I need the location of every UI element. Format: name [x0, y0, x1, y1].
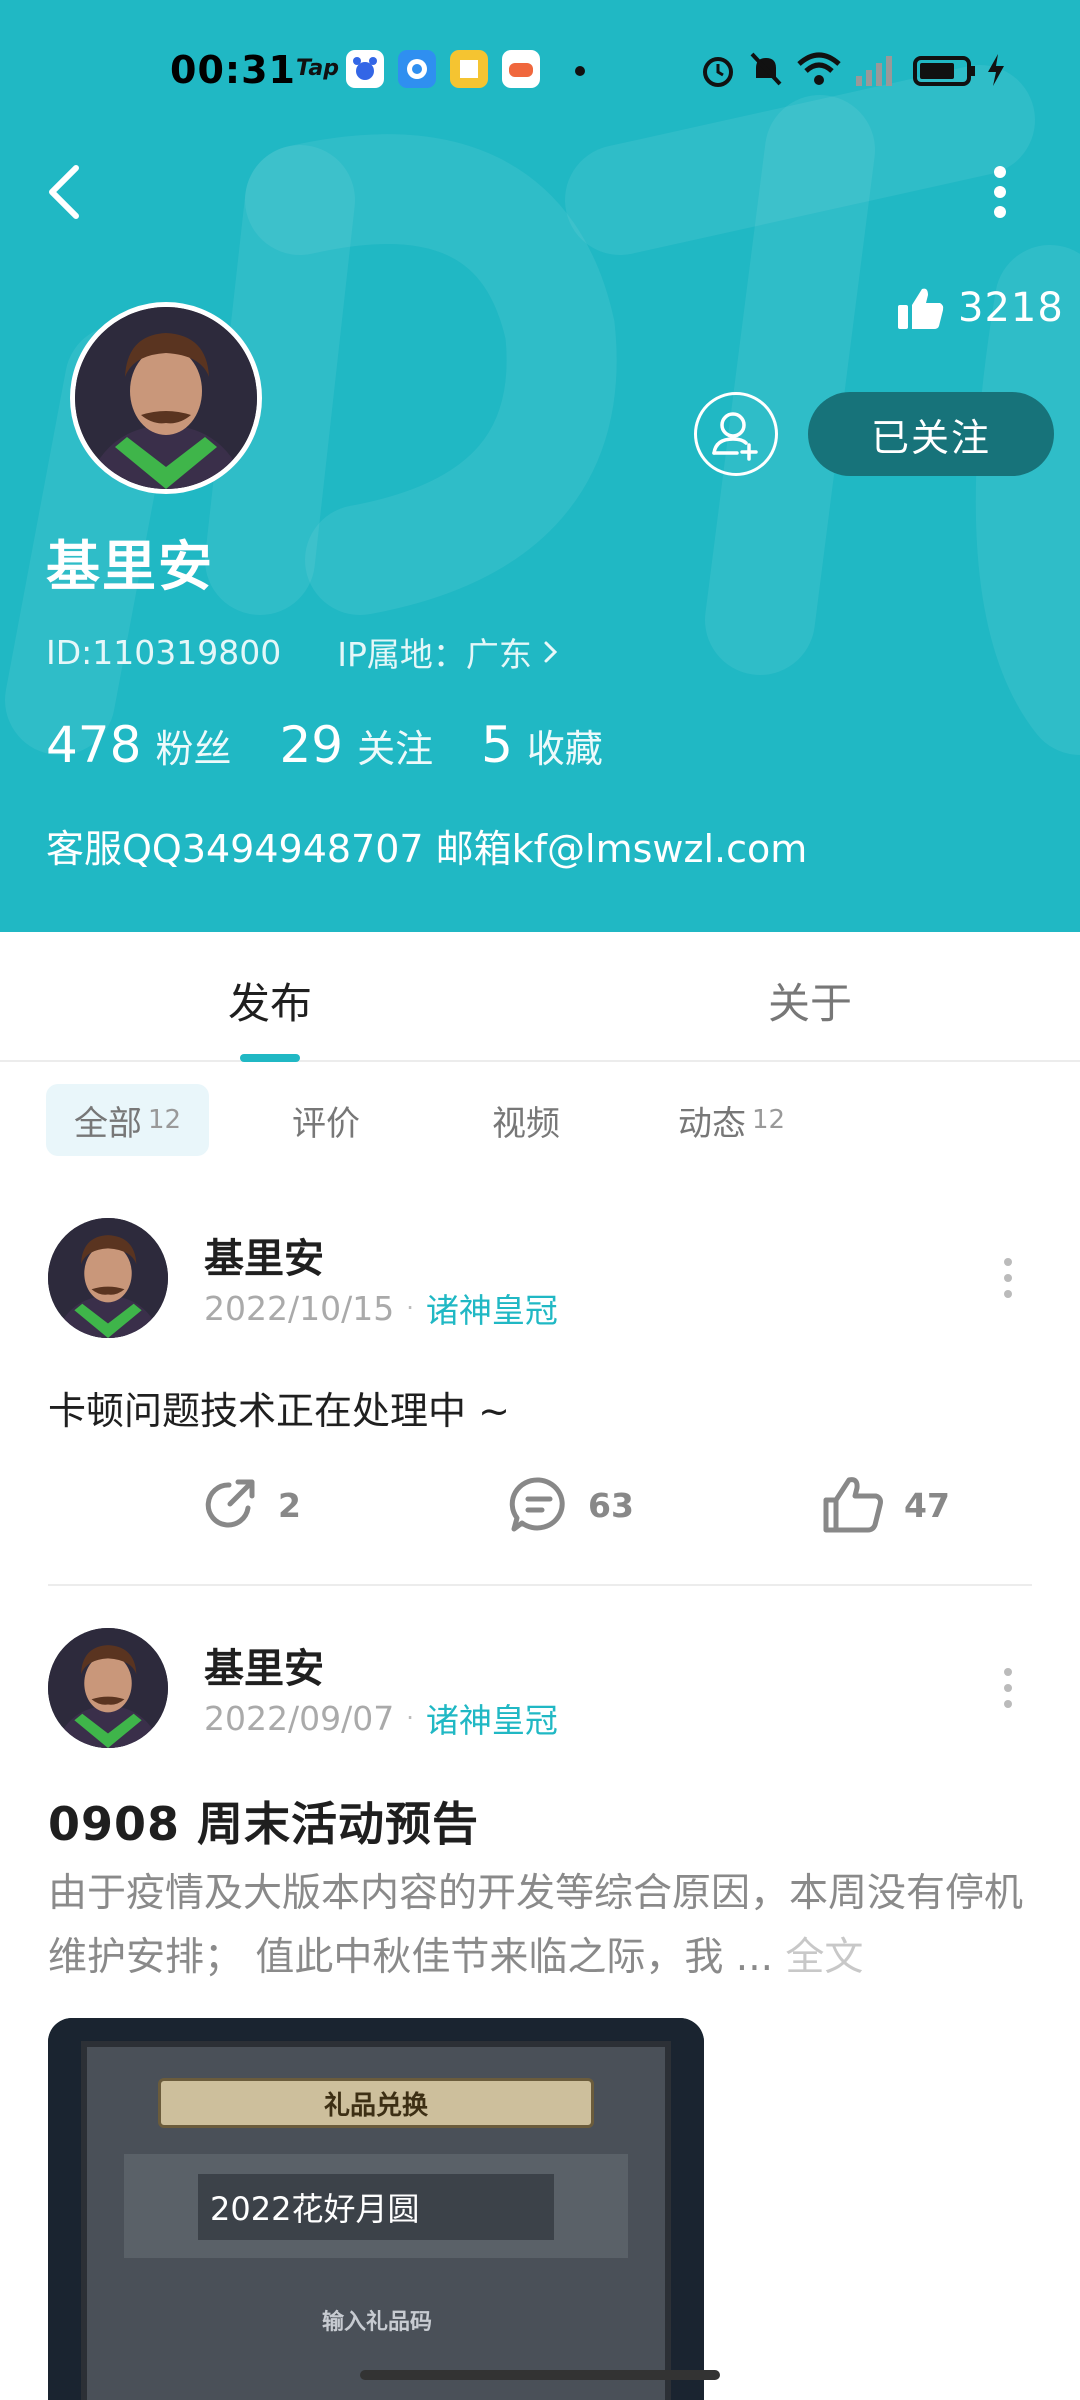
post-card[interactable]: 基里安 2022/10/15 · 诸神皇冠 卡顿问题技术正在处理中 ~ 2 63 [0, 1214, 1080, 1586]
post-game-link[interactable]: 诸神皇冠 [426, 1284, 558, 1332]
gift-code-value: 2022花好月圆 [198, 2174, 554, 2240]
followers-count: 478 [46, 716, 142, 774]
more-options-icon[interactable] [980, 160, 1020, 224]
share-icon [205, 1479, 255, 1528]
post-text: 卡顿问题技术正在处理中 ~ [48, 1389, 510, 1433]
profile-header: 00:31 Tap 3218 已关注 基里安 ID:110319800 IP属地… [0, 0, 1080, 932]
gift-hint: 输入礼品码 [322, 2310, 433, 2335]
wifi-icon [797, 52, 841, 85]
repost-count: 2 [278, 1485, 301, 1525]
filter-reviews-label: 评价 [292, 1103, 360, 1144]
favorites-label: 收藏 [526, 727, 603, 771]
charging-icon [988, 54, 1004, 86]
browser-app-icon [398, 50, 436, 88]
full-text-link[interactable]: 全文 [785, 1935, 863, 1980]
profile-username: 基里安 [46, 535, 214, 598]
post-avatar[interactable] [48, 1218, 168, 1338]
post-meta: 2022/10/15 · 诸神皇冠 [204, 1284, 558, 1332]
post-more-icon[interactable] [996, 1248, 1020, 1308]
filter-reviews[interactable]: 评价 [292, 1084, 360, 1156]
post-date: 2022/09/07 [204, 1698, 395, 1738]
post-title: 0908 周末活动预告 [48, 1797, 480, 1851]
post-divider [48, 1584, 1032, 1586]
comment-icon [509, 1477, 565, 1532]
like-button[interactable]: 47 [822, 1474, 950, 1536]
status-time: 00:31 [170, 48, 296, 92]
battery-icon [913, 56, 975, 86]
repost-button[interactable]: 2 [198, 1474, 301, 1536]
stat-following[interactable]: 29 关注 [279, 716, 433, 774]
post-meta: 2022/09/07 · 诸神皇冠 [204, 1694, 558, 1742]
followers-label: 粉丝 [155, 727, 232, 771]
tab-posts[interactable]: 发布 [228, 970, 312, 1031]
tab-about[interactable]: 关于 [768, 970, 852, 1031]
ip-location-text: IP属地：广东 [337, 635, 532, 674]
reader-app-icon [450, 50, 488, 88]
gift-panel-title: 礼品兑换 [158, 2078, 594, 2128]
filter-moments-count: 12 [752, 1105, 786, 1135]
filter-moments[interactable]: 动态 12 [678, 1084, 785, 1156]
likes-count: 3218 [958, 285, 1064, 331]
filter-moments-label: 动态 [678, 1103, 746, 1144]
post-author[interactable]: 基里安 [204, 1636, 324, 1694]
following-label: 关注 [357, 727, 434, 771]
tap-app-icon: Tap [296, 56, 339, 81]
profile-bio: 客服QQ3494948707 邮箱kf@lmswzl.com [46, 827, 808, 871]
back-arrow-icon[interactable] [42, 162, 86, 222]
post-more-icon[interactable] [996, 1658, 1020, 1718]
meta-separator: · [406, 1294, 414, 1322]
filter-videos-label: 视频 [492, 1103, 560, 1144]
more-notifications-dot [575, 66, 585, 76]
post-filters: 全部 12 评价 视频 动态 12 [0, 1084, 1080, 1156]
add-user-icon [712, 412, 758, 461]
profile-avatar[interactable] [70, 302, 262, 494]
post-avatar[interactable] [48, 1628, 168, 1748]
stat-followers[interactable]: 478 粉丝 [46, 716, 231, 774]
post-image[interactable]: 礼品兑换 2022花好月圆 输入礼品码 [48, 2018, 704, 2400]
filter-videos[interactable]: 视频 [492, 1084, 560, 1156]
filter-all-label: 全部 [74, 1103, 142, 1144]
meta-separator: · [406, 1704, 414, 1732]
thumbs-up-outline-icon [823, 1477, 883, 1533]
profile-stats: 478 粉丝 29 关注 5 收藏 [46, 716, 603, 774]
post-date: 2022/10/15 [204, 1288, 395, 1328]
favorites-count: 5 [481, 716, 513, 774]
status-bar: 00:31 Tap [0, 0, 1080, 140]
chevron-right-icon [544, 641, 557, 663]
comment-count: 63 [588, 1485, 634, 1525]
home-indicator[interactable] [360, 2370, 720, 2380]
profile-tabs: 发布 关于 [0, 932, 1080, 1062]
game-app-icon [502, 50, 540, 88]
baidu-app-icon [346, 50, 384, 88]
profile-id: ID:110319800 [46, 632, 282, 672]
signal-icon [856, 56, 892, 86]
tab-indicator [240, 1054, 300, 1062]
filter-all[interactable]: 全部 12 [46, 1084, 210, 1156]
post-game-link[interactable]: 诸神皇冠 [426, 1694, 558, 1742]
stat-favorites[interactable]: 5 收藏 [481, 716, 603, 774]
post-excerpt: 由于疫情及大版本内容的开发等综合原因，本周没有停机维护安排； 值此中秋佳节来临之… [48, 1862, 1048, 1990]
add-friend-button[interactable] [694, 392, 778, 476]
comment-button[interactable]: 63 [508, 1474, 634, 1536]
ip-location-link[interactable]: IP属地：广东 [337, 628, 562, 676]
alarm-icon [703, 57, 733, 87]
thumbs-up-icon [898, 288, 944, 329]
profile-meta: ID:110319800 IP属地：广东 [46, 628, 562, 676]
following-count: 29 [279, 716, 344, 774]
profile-likes: 3218 [896, 280, 1064, 336]
post-excerpt-text: 由于疫情及大版本内容的开发等综合原因，本周没有停机维护安排； 值此中秋佳节来临之… [48, 1871, 1024, 1980]
post-actions: 2 63 47 [0, 1474, 1080, 1544]
follow-button[interactable]: 已关注 [808, 392, 1054, 476]
mute-icon [750, 52, 782, 86]
filter-all-count: 12 [148, 1105, 182, 1135]
post-author[interactable]: 基里安 [204, 1226, 324, 1284]
like-count: 47 [904, 1485, 950, 1525]
